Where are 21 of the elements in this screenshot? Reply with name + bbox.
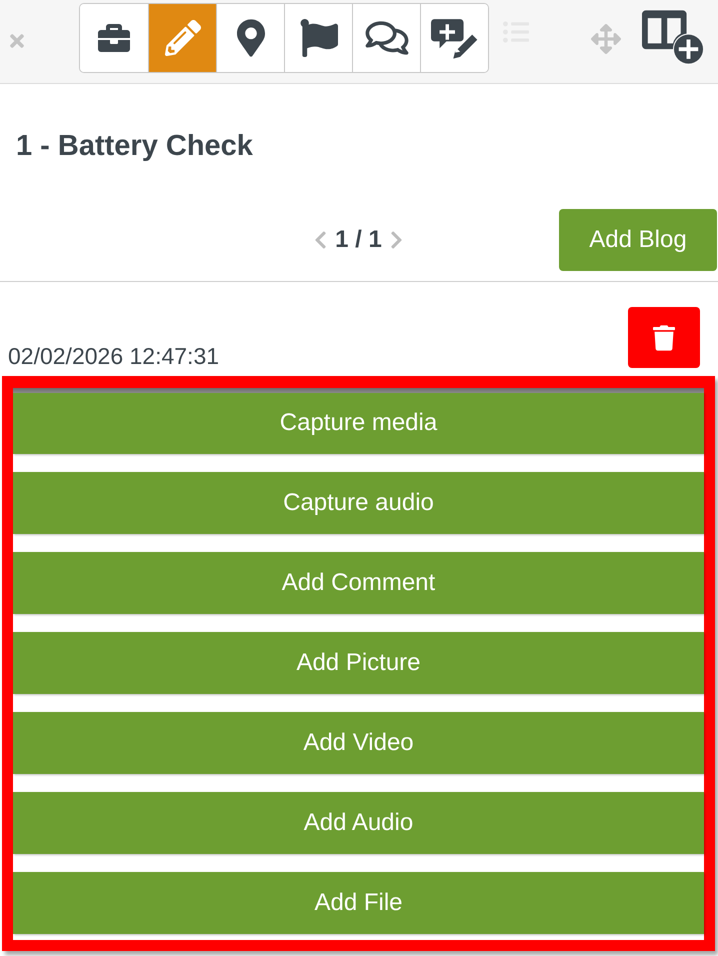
add-blog-button[interactable]: Add Blog: [559, 209, 717, 271]
action-button[interactable]: Add Video: [13, 712, 704, 774]
action-button[interactable]: Capture media: [13, 392, 704, 454]
page-title: 1 - Battery Check: [16, 129, 254, 163]
briefcase-icon: [97, 22, 131, 54]
action-button[interactable]: Add Audio: [13, 792, 704, 854]
action-button[interactable]: Capture audio: [13, 472, 704, 534]
tool-button[interactable]: [420, 4, 488, 72]
speech-bubbles-icon: [364, 19, 408, 57]
delete-button[interactable]: [628, 307, 700, 368]
trash-icon: [653, 324, 675, 350]
entry-timestamp: 02/02/2026 12:47:31: [8, 343, 220, 369]
action-button[interactable]: Add Picture: [13, 632, 704, 694]
page-count: 1 / 1: [335, 226, 382, 254]
comment-plus-pencil-icon: [430, 17, 478, 59]
action-button[interactable]: Add Comment: [13, 552, 704, 614]
flag-icon: [300, 19, 338, 57]
pencil-icon: [164, 20, 200, 56]
map-pin-icon: [236, 19, 264, 57]
action-button[interactable]: Add File: [13, 872, 704, 934]
layout-add-icon[interactable]: [642, 10, 704, 65]
